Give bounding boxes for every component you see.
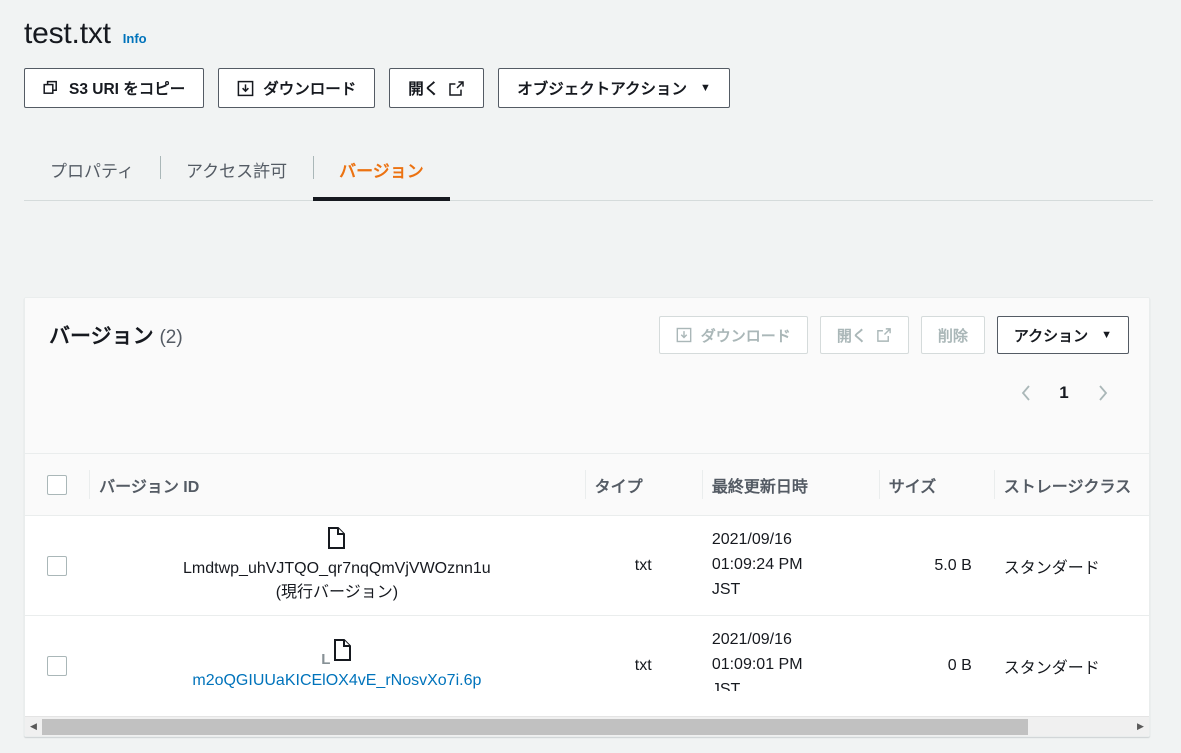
download-button[interactable]: ダウンロード	[218, 68, 376, 108]
table-row[interactable]: Lmdtwp_uhVJTQO_qr7nqQmVjVWOznn1u (現行バージョ…	[25, 515, 1149, 616]
external-link-icon	[876, 327, 892, 343]
version-id-content: L m2oQGIUUaKICElOX4vE_rNosvXo7i.6p	[99, 638, 574, 692]
tab-versions[interactable]: バージョン	[313, 142, 450, 201]
row-type-cell: txt	[584, 515, 702, 616]
copy-s3-uri-button[interactable]: S3 URI をコピー	[24, 68, 205, 108]
file-icon	[327, 526, 346, 557]
row-size-cell: 5.0 B	[878, 515, 994, 616]
row-last-modified-date: 2021/09/16	[711, 631, 792, 649]
tab-properties-label: プロパティ	[50, 162, 134, 181]
download-icon	[237, 80, 254, 97]
table-row[interactable]: L m2oQGIUUaKICElOX4vE_rNosvXo7i.6p txt 2…	[25, 615, 1149, 692]
row-checkbox[interactable]	[47, 655, 68, 676]
tab-permissions-label: アクセス許可	[185, 162, 288, 181]
header-version-id[interactable]: バージョン ID	[89, 454, 585, 516]
versions-count: (2)	[159, 327, 183, 348]
versions-open-button[interactable]: 開く	[819, 316, 909, 354]
row-version-id-cell: L m2oQGIUUaKICElOX4vE_rNosvXo7i.6p	[89, 615, 585, 692]
tab-permissions[interactable]: アクセス許可	[159, 142, 313, 201]
open-label: 開く	[408, 81, 440, 98]
row-last-modified-date: 2021/09/16	[711, 531, 792, 549]
copy-icon	[43, 80, 60, 97]
versions-table-scroll-area: バージョン ID タイプ 最終更新日時 サイズ ストレージクラス Lmdtwp_…	[25, 454, 1149, 691]
version-id-text: Lmdtwp_uhVJTQO_qr7nqQmVjVWOznn1u	[183, 559, 491, 577]
info-link[interactable]: Info	[123, 31, 147, 46]
download-icon	[676, 327, 692, 343]
row-type-cell: txt	[584, 615, 702, 691]
versions-table-body: Lmdtwp_uhVJTQO_qr7nqQmVjVWOznn1u (現行バージョ…	[25, 515, 1149, 692]
header-storage-class[interactable]: ストレージクラス	[993, 454, 1149, 516]
versions-table: バージョン ID タイプ 最終更新日時 サイズ ストレージクラス Lmdtwp_…	[25, 454, 1149, 691]
versions-table-head: バージョン ID タイプ 最終更新日時 サイズ ストレージクラス	[25, 454, 1149, 516]
external-link-icon	[448, 80, 465, 97]
file-icon	[333, 638, 352, 669]
version-id-content: Lmdtwp_uhVJTQO_qr7nqQmVjVWOznn1u (現行バージョ…	[99, 526, 574, 605]
version-icon-row	[327, 526, 346, 557]
row-last-modified-cell: 2021/09/16 01:09:24 PM JST	[701, 515, 879, 616]
horizontal-scrollbar[interactable]: ◀ ▶	[25, 716, 1149, 736]
tree-branch-icon: L	[321, 650, 331, 668]
pagination: 1	[49, 376, 1129, 410]
page-header: test.txt Info	[0, 0, 1181, 54]
row-last-modified-time: 01:09:24 PM	[711, 556, 803, 574]
versions-panel-title: バージョン (2)	[49, 320, 183, 350]
versions-panel-header: バージョン (2) ダウンロード 開く 削除 アクション ▼ 1	[25, 298, 1149, 454]
version-icon-row: L	[321, 638, 352, 669]
row-size-cell: 0 B	[878, 615, 994, 691]
s3-object-detail-page: test.txt Info S3 URI をコピー ダウンロード 開く オブジェ…	[0, 0, 1181, 753]
top-action-bar: S3 URI をコピー ダウンロード 開く オブジェクトアクション ▼	[0, 54, 1181, 108]
versions-delete-label: 削除	[937, 327, 968, 345]
row-version-id-cell: Lmdtwp_uhVJTQO_qr7nqQmVjVWOznn1u (現行バージョ…	[89, 515, 585, 616]
scrollbar-thumb[interactable]	[42, 718, 1029, 735]
copy-s3-uri-label: S3 URI をコピー	[69, 81, 186, 98]
tabs-container: プロパティ アクセス許可 バージョン	[0, 142, 1181, 201]
row-storage-class-cell: スタンダード	[993, 515, 1149, 616]
versions-open-label: 開く	[836, 327, 867, 345]
version-id-link[interactable]: m2oQGIUUaKICElOX4vE_rNosvXo7i.6p	[192, 669, 481, 692]
versions-panel-header-top: バージョン (2) ダウンロード 開く 削除 アクション ▼	[49, 316, 1129, 354]
caret-down-icon: ▼	[700, 81, 711, 94]
pagination-prev-button[interactable]	[1009, 376, 1043, 410]
tab-properties[interactable]: プロパティ	[24, 142, 160, 201]
versions-download-label: ダウンロード	[700, 327, 791, 345]
row-last-modified-cell: 2021/09/16 01:09:01 PM JST	[701, 615, 879, 691]
header-type[interactable]: タイプ	[584, 454, 702, 516]
versions-panel-title-text: バージョン	[49, 325, 154, 348]
versions-delete-button[interactable]: 削除	[920, 316, 985, 354]
row-last-modified-time: 01:09:01 PM	[711, 656, 803, 674]
versions-panel-actions: ダウンロード 開く 削除 アクション ▼	[658, 316, 1129, 354]
pagination-page-1[interactable]: 1	[1049, 376, 1079, 410]
page-title: test.txt	[24, 17, 111, 50]
object-actions-label: オブジェクトアクション	[517, 81, 688, 98]
scroll-left-arrow-icon[interactable]: ◀	[25, 718, 42, 736]
tab-versions-label: バージョン	[339, 162, 424, 181]
row-storage-class-cell: スタンダード	[993, 615, 1149, 691]
row-checkbox[interactable]	[47, 555, 68, 576]
header-last-modified[interactable]: 最終更新日時	[701, 454, 879, 516]
object-actions-button[interactable]: オブジェクトアクション ▼	[498, 68, 730, 108]
caret-down-icon: ▼	[1101, 328, 1112, 341]
versions-actions-button[interactable]: アクション ▼	[996, 316, 1129, 354]
pagination-next-button[interactable]	[1085, 376, 1119, 410]
row-select-cell	[25, 615, 90, 691]
header-size[interactable]: サイズ	[878, 454, 994, 516]
download-label: ダウンロード	[263, 81, 357, 98]
open-button[interactable]: 開く	[389, 68, 485, 108]
select-all-checkbox[interactable]	[47, 474, 68, 495]
versions-download-button[interactable]: ダウンロード	[658, 316, 808, 354]
scrollbar-track[interactable]	[42, 718, 1132, 736]
select-all-header	[25, 454, 90, 516]
table-header-row: バージョン ID タイプ 最終更新日時 サイズ ストレージクラス	[25, 454, 1149, 516]
row-last-modified-tz: JST	[711, 580, 741, 598]
versions-panel: バージョン (2) ダウンロード 開く 削除 アクション ▼ 1 バージョン I…	[24, 297, 1150, 737]
row-select-cell	[25, 515, 90, 616]
tab-list: プロパティ アクセス許可 バージョン	[24, 142, 1153, 201]
scroll-right-arrow-icon[interactable]: ▶	[1132, 718, 1149, 736]
row-last-modified-tz: JST	[711, 680, 741, 691]
current-version-label: (現行バージョン)	[275, 583, 399, 601]
versions-actions-label: アクション	[1013, 327, 1089, 345]
